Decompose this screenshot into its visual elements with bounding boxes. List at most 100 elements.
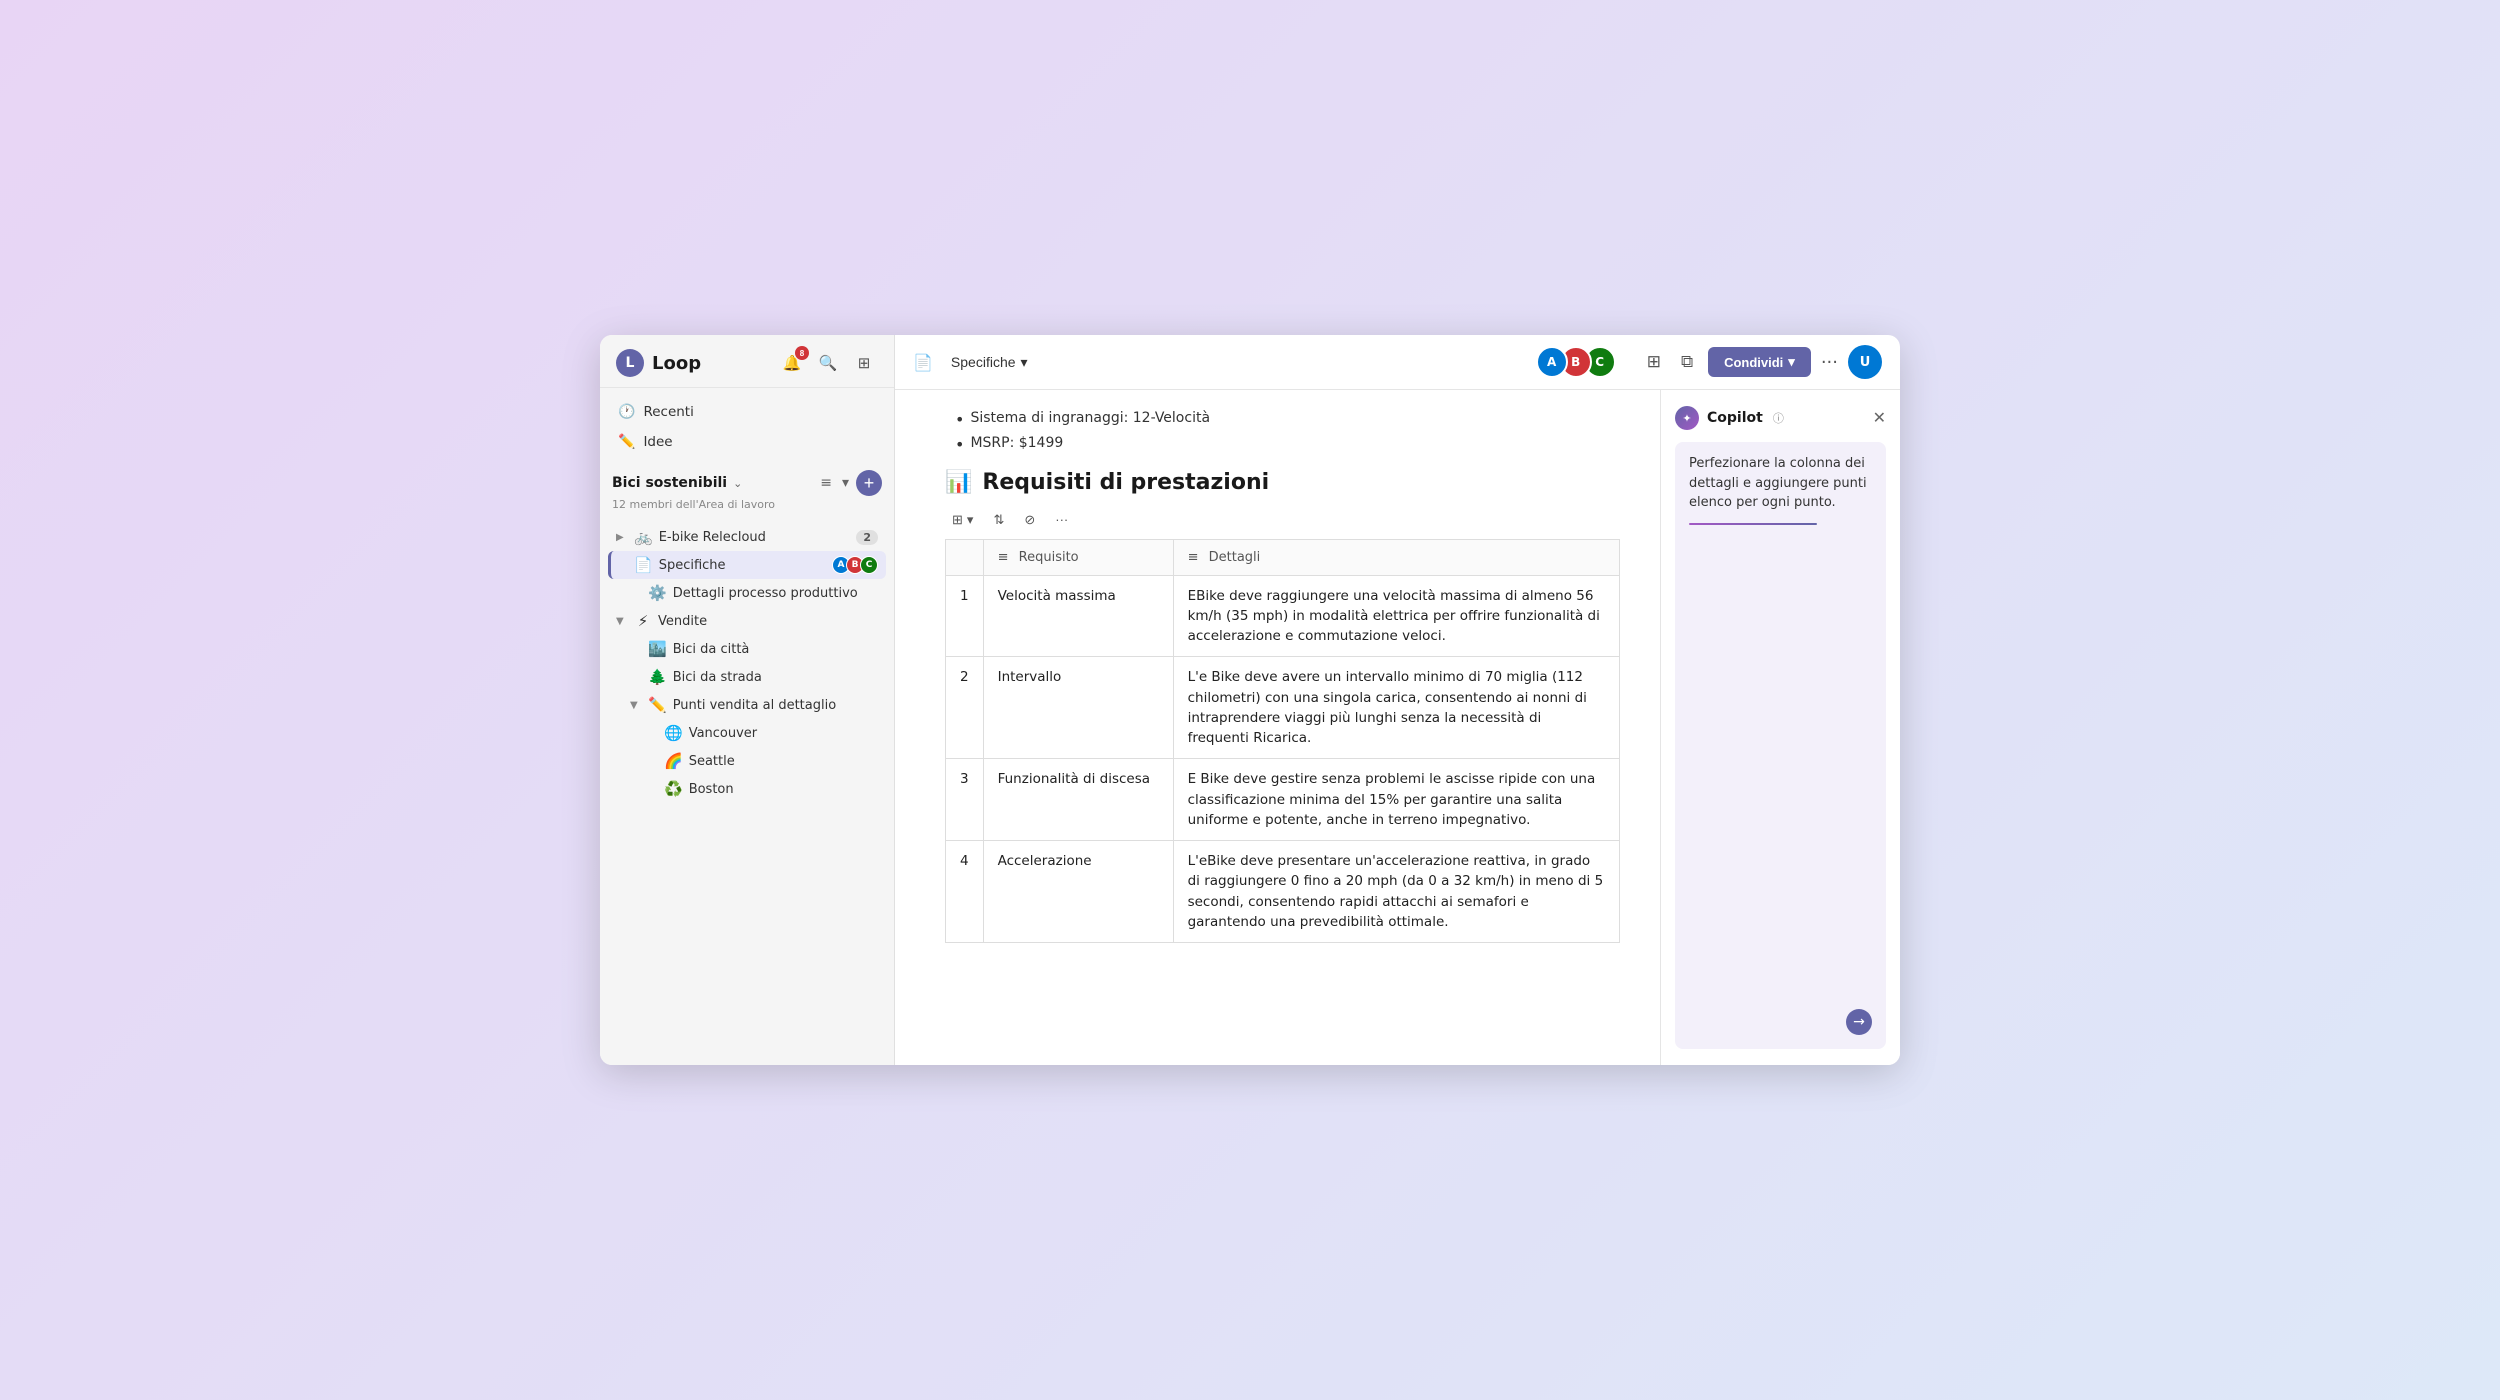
sidebar-item-label: Punti vendita al dettaglio <box>673 698 878 713</box>
workspace-title-row: Bici sostenibili ⌄ ≡ ▾ + <box>612 470 882 496</box>
search-button[interactable]: 🔍 <box>814 349 842 377</box>
grid-icon: ⊞ <box>952 512 963 528</box>
copy-icon-button[interactable]: ⧉ <box>1676 347 1698 377</box>
nav-label-idee: Idee <box>643 434 672 450</box>
user-avatar[interactable]: U <box>1848 345 1882 379</box>
table-header-num <box>946 539 984 575</box>
requirements-table: ≡ Requisito ≡ Dettagli 1 Veloci <box>945 539 1620 944</box>
globe-icon: 🌐 <box>664 724 683 742</box>
sidebar-item-specifiche[interactable]: 📄 Specifiche A B C <box>608 551 886 579</box>
bullet-list: Sistema di ingranaggi: 12-Velocità MSRP:… <box>945 410 1620 456</box>
req-cell[interactable]: Funzionalità di discesa <box>983 759 1173 841</box>
copilot-logo-icon: ✦ <box>1675 406 1699 430</box>
req-cell[interactable]: Intervallo <box>983 657 1173 759</box>
apps-icon-button[interactable]: ⊞ <box>1642 347 1666 377</box>
chevron-down-icon: ▼ <box>616 616 628 627</box>
item-avatars: A B C <box>836 556 878 574</box>
copilot-message: Perfezionare la colonna dei dettagli e a… <box>1675 442 1886 1049</box>
edit-icon: ✏️ <box>648 696 667 714</box>
sidebar-item-punti-vendita[interactable]: ▼ ✏️ Punti vendita al dettaglio <box>608 691 886 719</box>
view-button[interactable]: ⊞ ▾ <box>945 509 980 531</box>
sidebar-item-label: Specifiche <box>659 558 830 573</box>
share-chevron-icon: ▾ <box>1788 354 1795 370</box>
page-icon: 📄 <box>913 353 933 372</box>
topbar: 📄 Specifiche ▾ A B C ⊞ ⧉ Condividi ▾ ···… <box>895 335 1900 390</box>
text-col-icon: ≡ <box>998 550 1009 565</box>
copilot-submit-button[interactable]: → <box>1846 1009 1872 1035</box>
chevron-down-icon: ▾ <box>1021 354 1028 371</box>
sidebar-item-label: Bici da città <box>673 642 878 657</box>
sidebar-item-label: Vendite <box>658 614 878 629</box>
nav-item-recenti[interactable]: 🕐 Recenti <box>608 398 886 426</box>
sidebar-item-vancouver[interactable]: 🌐 Vancouver <box>608 719 886 747</box>
detail-cell[interactable]: E Bike deve gestire senza problemi le as… <box>1173 759 1619 841</box>
copilot-close-button[interactable]: ✕ <box>1873 408 1886 428</box>
sidebar-item-seattle[interactable]: 🌈 Seattle <box>608 747 886 775</box>
req-cell[interactable]: Accelerazione <box>983 841 1173 943</box>
ellipsis-icon: ··· <box>1055 512 1068 527</box>
sidebar-item-ebike[interactable]: ▶ 🚲 E-bike Relecloud 2 <box>608 523 886 551</box>
nav-item-idee[interactable]: ✏️ Idee <box>608 428 886 456</box>
sidebar-item-bici-strada[interactable]: 🌲 Bici da strada <box>608 663 886 691</box>
bike-icon: 🚲 <box>634 528 653 546</box>
list-item: Sistema di ingranaggi: 12-Velocità <box>955 410 1620 431</box>
notification-badge: 8 <box>795 346 809 360</box>
page-title: Specifiche <box>951 354 1016 370</box>
copilot-header: ✦ Copilot ⓘ ✕ <box>1675 406 1886 430</box>
table-row: 3 Funzionalità di discesa E Bike deve ge… <box>946 759 1620 841</box>
row-num: 4 <box>946 841 984 943</box>
table-row: 1 Velocità massima EBike deve raggiunger… <box>946 575 1620 657</box>
detail-cell[interactable]: L'e Bike deve avere un intervallo minimo… <box>1173 657 1619 759</box>
sidebar-header-icons: 🔔 8 🔍 ⊞ <box>778 349 878 377</box>
sort-button[interactable]: ⇅ <box>986 509 1011 531</box>
topbar-right: ⊞ ⧉ Condividi ▾ ··· U <box>1642 345 1882 379</box>
workspace-title: Bici sostenibili <box>612 475 727 491</box>
workspace-chevron-icon[interactable]: ⌄ <box>733 477 742 490</box>
loop-logo-icon: L <box>616 349 644 377</box>
sidebar-item-boston[interactable]: ♻️ Boston <box>608 775 886 803</box>
detail-cell[interactable]: L'eBike deve presentare un'accelerazione… <box>1173 841 1619 943</box>
nav-label-recenti: Recenti <box>643 404 693 420</box>
copilot-message-text: Perfezionare la colonna dei dettagli e a… <box>1689 456 1867 510</box>
main-area: 📄 Specifiche ▾ A B C ⊞ ⧉ Condividi ▾ ···… <box>895 335 1900 1065</box>
workspace-section: Bici sostenibili ⌄ ≡ ▾ + 12 membri dell'… <box>600 462 894 523</box>
notifications-button[interactable]: 🔔 8 <box>778 349 806 377</box>
sidebar-tree: ▶ 🚲 E-bike Relecloud 2 📄 Specifiche A B … <box>600 523 894 1065</box>
sort-icon[interactable]: ≡ <box>817 472 835 494</box>
table-row: 2 Intervallo L'e Bike deve avere un inte… <box>946 657 1620 759</box>
sidebar-item-vendite[interactable]: ▼ ⚡ Vendite <box>608 607 886 635</box>
recycle-icon: ♻️ <box>664 780 683 798</box>
avatar-3: C <box>860 556 878 574</box>
page-title-button[interactable]: Specifiche ▾ <box>943 350 1036 375</box>
sort-chevron-icon[interactable]: ▾ <box>839 472 852 494</box>
sidebar-header: L Loop 🔔 8 🔍 ⊞ <box>600 335 894 388</box>
copilot-info-icon[interactable]: ⓘ <box>1773 410 1784 426</box>
filter-button[interactable]: ⊘ <box>1017 509 1042 531</box>
more-table-button[interactable]: ··· <box>1048 509 1075 530</box>
more-options-icon[interactable]: ··· <box>1821 352 1838 373</box>
section-title: Requisiti di prestazioni <box>982 470 1269 495</box>
share-label: Condividi <box>1724 355 1783 370</box>
list-item: MSRP: $1499 <box>955 435 1620 456</box>
detail-cell[interactable]: EBike deve raggiungere una velocità mass… <box>1173 575 1619 657</box>
sidebar-item-label: Vancouver <box>689 726 878 741</box>
sidebar-item-label: Dettagli processo produttivo <box>673 586 878 601</box>
sidebar-item-label: Boston <box>689 782 878 797</box>
rainbow-icon: 🌈 <box>664 752 683 770</box>
req-cell[interactable]: Velocità massima <box>983 575 1173 657</box>
collab-avatar-1[interactable]: A <box>1536 346 1568 378</box>
copilot-title: Copilot <box>1707 410 1763 426</box>
gear-icon: ⚙️ <box>648 584 667 602</box>
sidebar: L Loop 🔔 8 🔍 ⊞ 🕐 Recenti ✏️ Idee <box>600 335 895 1065</box>
sidebar-item-label: Seattle <box>689 754 878 769</box>
sidebar-item-dettagli[interactable]: ⚙️ Dettagli processo produttivo <box>608 579 886 607</box>
lightning-icon: ⚡ <box>634 612 652 630</box>
section-heading: 📊 Requisiti di prestazioni <box>945 470 1620 495</box>
layout-button[interactable]: ⊞ <box>850 349 878 377</box>
text-col-icon: ≡ <box>1188 550 1199 565</box>
sort-icon: ⇅ <box>993 512 1004 528</box>
doc-area: Sistema di ingranaggi: 12-Velocità MSRP:… <box>895 390 1660 1065</box>
sidebar-item-bici-citta[interactable]: 🏙️ Bici da città <box>608 635 886 663</box>
add-workspace-button[interactable]: + <box>856 470 882 496</box>
share-button[interactable]: Condividi ▾ <box>1708 347 1811 377</box>
